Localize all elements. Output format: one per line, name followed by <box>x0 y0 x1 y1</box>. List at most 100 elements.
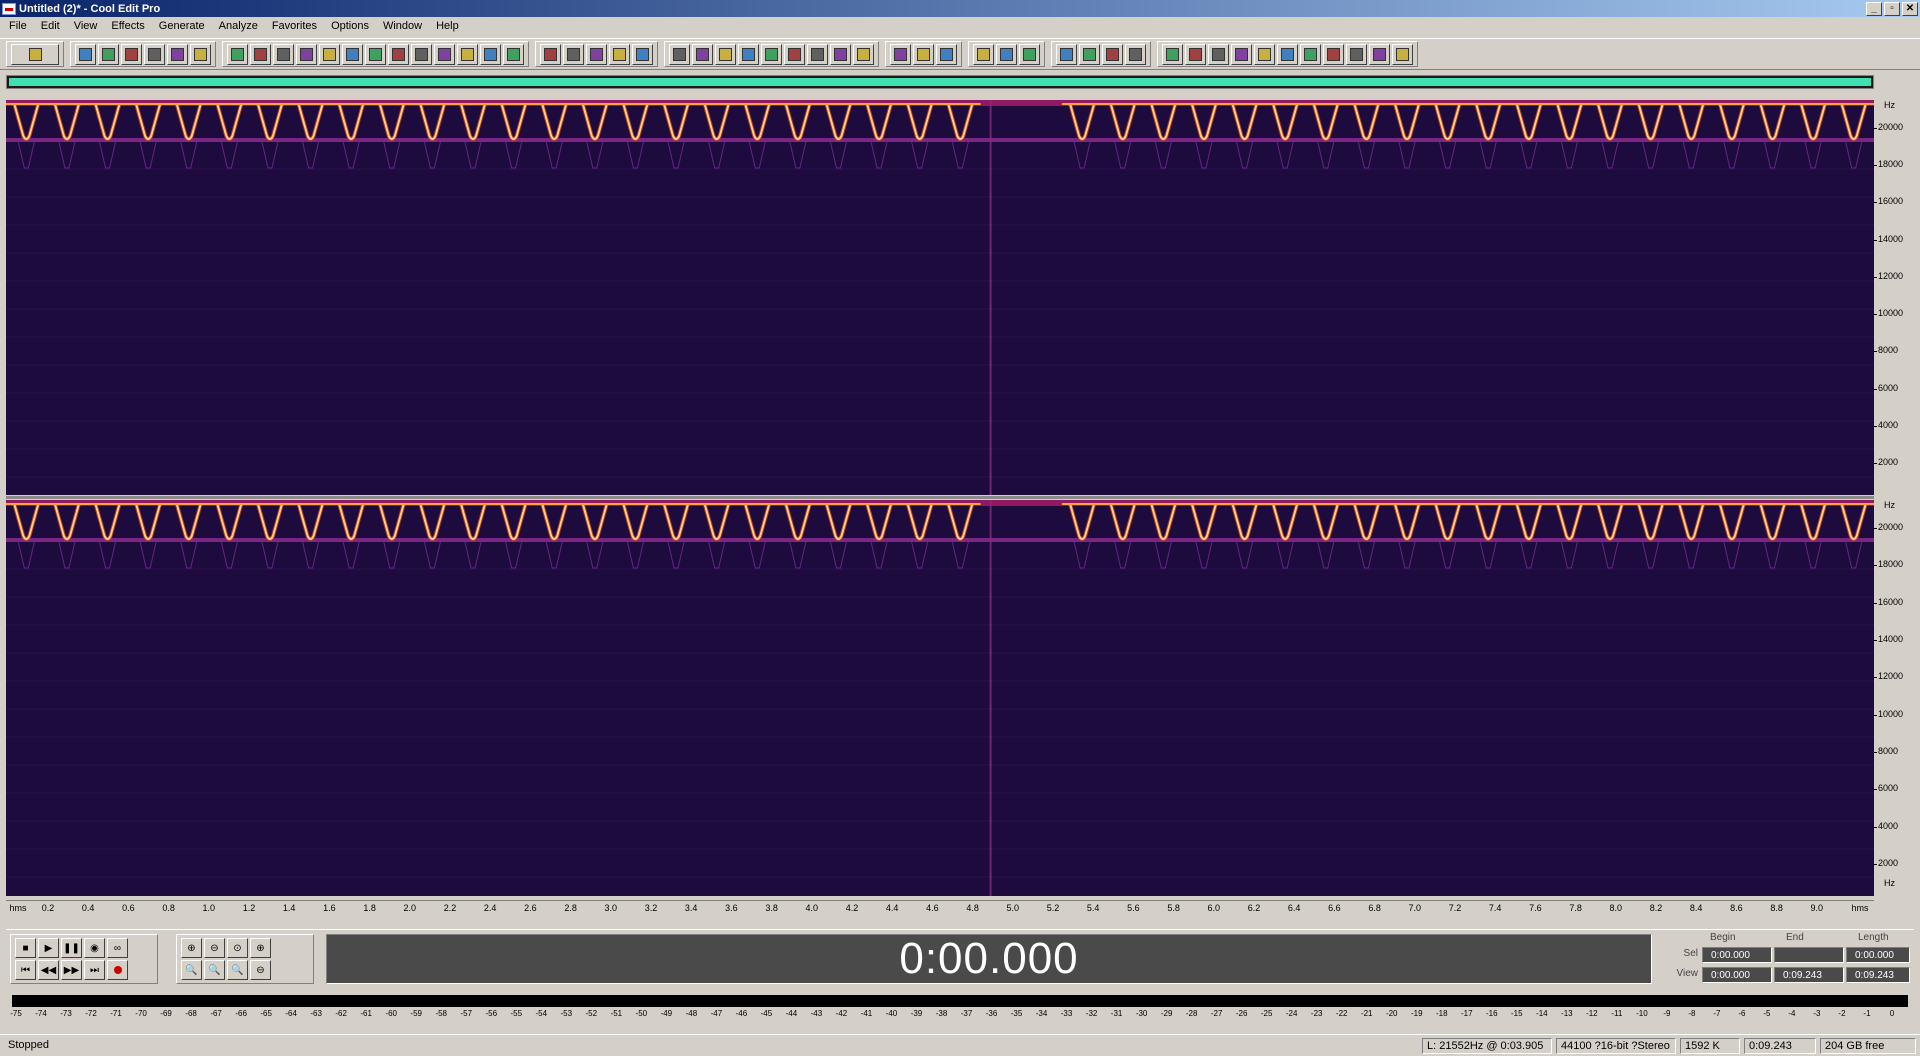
toolbar-button-8-2[interactable] <box>1208 43 1229 65</box>
left-channel-spectrogram[interactable] <box>6 100 1874 495</box>
toolbar-button-3-1[interactable] <box>563 43 584 65</box>
toolbar-button-1-4[interactable] <box>167 43 188 65</box>
toolbar-button-8-8[interactable] <box>1346 43 1367 65</box>
toolbar-button-8-0[interactable] <box>1162 43 1183 65</box>
restore-button[interactable]: ▫ <box>1884 1 1900 16</box>
toolbar-button-3-0[interactable] <box>540 43 561 65</box>
toolbar-icon <box>277 47 290 61</box>
fast-forward-button[interactable]: ▶▶ <box>61 960 82 980</box>
toolbar-button-6-0[interactable] <box>973 43 994 65</box>
toolbar-button-5-1[interactable] <box>913 43 934 65</box>
time-tick-label: 8.4 <box>1689 903 1703 913</box>
toolbar-button-2-9[interactable] <box>434 43 455 65</box>
rewind-button[interactable]: ◀◀ <box>38 960 59 980</box>
toolbar-button-2-1[interactable] <box>250 43 271 65</box>
zoom-to-right-button[interactable]: 🔍 <box>204 960 225 980</box>
zoom-in-horizontal-button[interactable]: ⊕ <box>181 938 202 958</box>
zoom-selection-button[interactable]: 🔍 <box>227 960 248 980</box>
overview-view-range[interactable] <box>9 78 1871 86</box>
toolbar-button-8-7[interactable] <box>1323 43 1344 65</box>
toolbar-button-8-3[interactable] <box>1231 43 1252 65</box>
play-to-end-button[interactable]: ◉ <box>84 938 105 958</box>
view-length-field[interactable]: 0:09.243 <box>1846 967 1910 983</box>
toolbar-button-4-1[interactable] <box>692 43 713 65</box>
toolbar-button-7-1[interactable] <box>1079 43 1100 65</box>
toolbar-button-7-2[interactable] <box>1102 43 1123 65</box>
toolbar-button-0-0[interactable] <box>11 43 59 65</box>
toolbar-button-3-4[interactable] <box>632 43 653 65</box>
stop-button[interactable]: ■ <box>15 938 36 958</box>
toolbar-button-4-7[interactable] <box>830 43 851 65</box>
go-to-start-button[interactable]: ⏮ <box>15 960 36 980</box>
zoom-out-vertical-button[interactable]: ⊖ <box>250 960 271 980</box>
toolbar-button-2-12[interactable] <box>503 43 524 65</box>
menu-window[interactable]: Window <box>376 17 429 36</box>
toolbar-button-4-8[interactable] <box>853 43 874 65</box>
view-end-field[interactable]: 0:09.243 <box>1774 967 1844 983</box>
toolbar-button-8-6[interactable] <box>1300 43 1321 65</box>
toolbar-button-2-0[interactable] <box>227 43 248 65</box>
toolbar-button-1-1[interactable] <box>98 43 119 65</box>
sel-begin-field[interactable]: 0:00.000 <box>1702 947 1772 963</box>
toolbar-button-5-0[interactable] <box>890 43 911 65</box>
toolbar-button-4-6[interactable] <box>807 43 828 65</box>
toolbar-button-8-1[interactable] <box>1185 43 1206 65</box>
loop-button[interactable]: ∞ <box>107 938 128 958</box>
menu-view[interactable]: View <box>67 17 105 36</box>
toolbar-button-5-2[interactable] <box>936 43 957 65</box>
sel-end-field[interactable] <box>1774 947 1844 963</box>
toolbar-button-1-5[interactable] <box>190 43 211 65</box>
sel-length-field[interactable]: 0:00.000 <box>1846 947 1910 963</box>
toolbar-button-8-5[interactable] <box>1277 43 1298 65</box>
zoom-out-horizontal-button[interactable]: ⊖ <box>204 938 225 958</box>
overview-bar[interactable] <box>6 75 1874 89</box>
toolbar-button-1-0[interactable] <box>75 43 96 65</box>
toolbar-button-4-4[interactable] <box>761 43 782 65</box>
toolbar-button-8-4[interactable] <box>1254 43 1275 65</box>
pause-button[interactable]: ❚❚ <box>61 938 82 958</box>
toolbar-button-8-9[interactable] <box>1369 43 1390 65</box>
menu-analyze[interactable]: Analyze <box>212 17 265 36</box>
toolbar-button-2-5[interactable] <box>342 43 363 65</box>
menu-favorites[interactable]: Favorites <box>265 17 324 36</box>
toolbar-button-2-10[interactable] <box>457 43 478 65</box>
toolbar-button-4-3[interactable] <box>738 43 759 65</box>
menu-edit[interactable]: Edit <box>34 17 67 36</box>
menu-effects[interactable]: Effects <box>104 17 151 36</box>
toolbar-button-7-0[interactable] <box>1056 43 1077 65</box>
toolbar-button-4-0[interactable] <box>669 43 690 65</box>
toolbar-button-1-2[interactable] <box>121 43 142 65</box>
toolbar-button-2-7[interactable] <box>388 43 409 65</box>
toolbar-button-4-2[interactable] <box>715 43 736 65</box>
toolbar-button-2-11[interactable] <box>480 43 501 65</box>
toolbar-button-4-5[interactable] <box>784 43 805 65</box>
toolbar-button-7-3[interactable] <box>1125 43 1146 65</box>
toolbar-button-3-2[interactable] <box>586 43 607 65</box>
zoom-out-full-button[interactable]: ⊙ <box>227 938 248 958</box>
toolbar-button-2-3[interactable] <box>296 43 317 65</box>
menu-file[interactable]: File <box>2 17 34 36</box>
view-begin-field[interactable]: 0:00.000 <box>1702 967 1772 983</box>
toolbar-button-3-3[interactable] <box>609 43 630 65</box>
right-channel-spectrogram[interactable] <box>6 500 1874 896</box>
zoom-to-left-button[interactable]: 🔍 <box>181 960 202 980</box>
toolbar-button-2-6[interactable] <box>365 43 386 65</box>
go-to-end-button[interactable]: ⏭ <box>84 960 105 980</box>
minimize-button[interactable]: _ <box>1866 1 1882 16</box>
toolbar-button-6-2[interactable] <box>1019 43 1040 65</box>
toolbar-button-8-10[interactable] <box>1392 43 1413 65</box>
time-ruler[interactable]: hms 0.2 0.4 0.6 0.8 1.0 1.2 1.4 1.6 1.8 2.0 2.2 2.4 2… <box>6 900 1874 916</box>
app-icon[interactable] <box>2 2 16 15</box>
toolbar-button-6-1[interactable] <box>996 43 1017 65</box>
toolbar-button-1-3[interactable] <box>144 43 165 65</box>
toolbar-button-2-2[interactable] <box>273 43 294 65</box>
menu-options[interactable]: Options <box>324 17 376 36</box>
toolbar-button-2-8[interactable] <box>411 43 432 65</box>
zoom-in-vertical-button[interactable]: ⊕ <box>250 938 271 958</box>
menu-generate[interactable]: Generate <box>152 17 212 36</box>
play-button[interactable]: ▶ <box>38 938 59 958</box>
record-button[interactable] <box>107 960 128 980</box>
close-button[interactable]: ✕ <box>1902 1 1918 16</box>
menu-help[interactable]: Help <box>429 17 466 36</box>
toolbar-button-2-4[interactable] <box>319 43 340 65</box>
